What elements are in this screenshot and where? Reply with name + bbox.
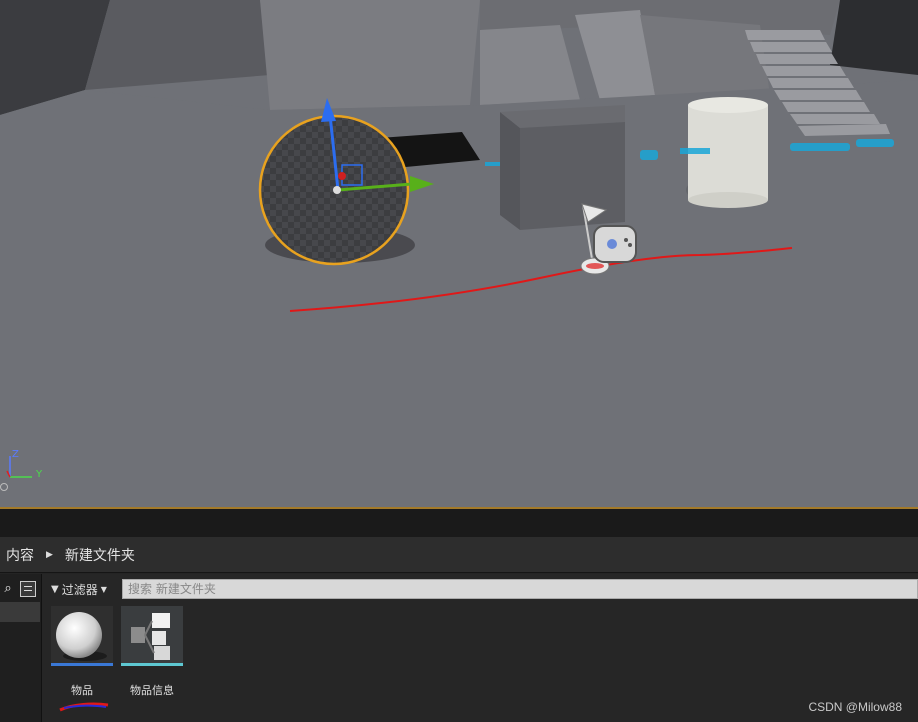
asset-modified-marker (59, 702, 109, 712)
axis-z-label: Z (12, 449, 19, 460)
content-browser: ⌕ ▼ 过滤器 ▼ 搜索 新建文件夹 物品 物品信息 CSDN @Milow88 (0, 574, 918, 722)
folder-tree-selected-item[interactable] (0, 602, 40, 622)
asset-label-item: 物品 (71, 684, 93, 697)
viewport-scene (0, 0, 918, 507)
breadcrumb-item-content[interactable]: 内容 (0, 545, 40, 565)
sphere-material-icon (51, 606, 113, 666)
breadcrumb-item-new-folder[interactable]: 新建文件夹 (59, 545, 141, 565)
asset-type-stripe (51, 663, 113, 666)
filter-label: 过滤器 (61, 582, 98, 597)
sources-panel: ⌕ (0, 574, 42, 722)
data-asset-icon (121, 606, 183, 666)
breadcrumb: 内容 ▶ 新建文件夹 (0, 537, 918, 573)
asset-type-stripe (121, 663, 183, 666)
filter-icon: ▼ (51, 583, 59, 595)
filter-button[interactable]: ▼ 过滤器 ▼ (51, 580, 107, 598)
search-input[interactable]: 搜索 新建文件夹 (122, 579, 918, 599)
level-viewport[interactable]: Z Y (0, 0, 918, 507)
axis-y-label: Y (36, 469, 43, 480)
breadcrumb-arrow-icon[interactable]: ▶ (40, 550, 59, 560)
panel-tab-bar (0, 509, 918, 537)
asset-tile-item-info[interactable] (121, 606, 183, 666)
view-options-icon[interactable] (20, 581, 36, 597)
asset-tile-item[interactable] (51, 606, 113, 666)
search-icon[interactable]: ⌕ (0, 581, 16, 597)
editor-window: Z Y 内容 ▶ 新建文件夹 ⌕ ▼ 过滤器 ▼ 搜索 新建文件夹 物品 物品信… (0, 0, 918, 722)
asset-label-item-info: 物品信息 (130, 684, 174, 697)
watermark: CSDN @Milow88 (808, 700, 902, 714)
axis-origin-icon (0, 483, 8, 491)
chevron-down-icon: ▼ (100, 584, 107, 594)
